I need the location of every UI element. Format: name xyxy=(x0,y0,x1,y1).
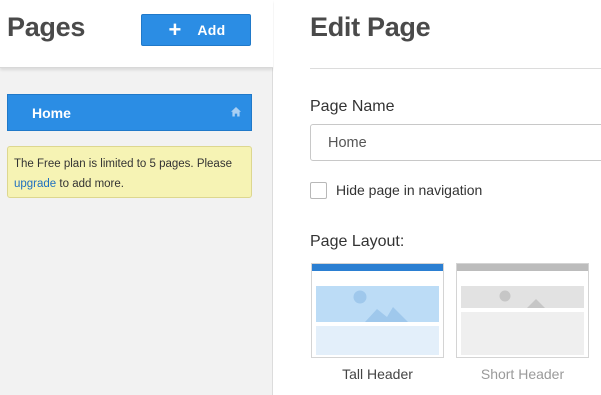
edit-page-panel: Edit Page Page Name Hide page in navigat… xyxy=(274,0,601,395)
pages-panel: Pages + Add Home The Free plan is limite… xyxy=(0,0,273,395)
page-name-input[interactable] xyxy=(310,124,601,161)
layout-option-short-header[interactable] xyxy=(456,263,589,358)
hide-in-navigation-checkbox[interactable] xyxy=(310,182,327,199)
layout-option-short-label: Short Header xyxy=(480,366,565,382)
home-icon xyxy=(231,107,241,117)
edit-page-title: Edit Page xyxy=(310,12,431,42)
add-button-label: Add xyxy=(197,22,226,38)
notice-text-before: The Free plan is limited to 5 pages. Ple… xyxy=(14,158,232,170)
layout-option-tall-label: Tall Header xyxy=(342,366,413,382)
add-page-button[interactable]: + Add xyxy=(141,14,251,46)
tall-header-thumbnail-icon xyxy=(316,286,439,355)
page-item-home[interactable]: Home xyxy=(7,94,252,131)
pages-header: Pages + Add xyxy=(0,0,273,68)
app-window: Pages + Add Home The Free plan is limite… xyxy=(0,0,601,395)
notice-text-after: to add more. xyxy=(56,178,124,190)
hide-in-navigation-label: Hide page in navigation xyxy=(336,182,483,198)
page-name-label: Page Name xyxy=(310,98,395,115)
plus-icon: + xyxy=(168,17,182,42)
page-layout-label: Page Layout: xyxy=(310,233,405,250)
pages-title: Pages xyxy=(7,12,86,42)
divider xyxy=(310,68,601,69)
page-item-label: Home xyxy=(32,105,71,121)
layout-option-tall-header[interactable] xyxy=(311,263,444,358)
upgrade-link[interactable]: upgrade xyxy=(14,178,56,190)
layout-unselected-bar xyxy=(457,264,588,271)
plan-limit-notice: The Free plan is limited to 5 pages. Ple… xyxy=(7,146,252,198)
short-header-thumbnail-icon xyxy=(461,286,584,355)
layout-selected-bar xyxy=(312,264,443,271)
